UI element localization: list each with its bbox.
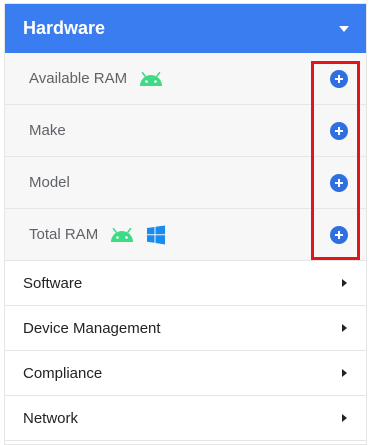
- windows-icon: [147, 225, 166, 244]
- caret-right-icon: [342, 369, 347, 377]
- category-device-management[interactable]: Device Management: [5, 306, 366, 351]
- category-label: Software: [23, 274, 83, 292]
- category-software[interactable]: Software: [5, 261, 366, 306]
- category-label: Device Management: [23, 319, 161, 337]
- subitem-label: Total RAM: [29, 226, 99, 243]
- caret-right-icon: [342, 414, 347, 422]
- hardware-item-total-ram: Total RAM: [5, 209, 366, 261]
- hardware-section-title: Hardware: [23, 18, 106, 38]
- add-model-button[interactable]: [330, 173, 348, 192]
- plus-icon: [335, 126, 343, 135]
- hardware-item-available-ram: Available RAM: [5, 53, 366, 105]
- plus-icon: [335, 74, 343, 83]
- category-network[interactable]: Network: [5, 396, 366, 441]
- add-make-button[interactable]: [330, 121, 348, 140]
- hardware-section-header[interactable]: Hardware: [5, 4, 366, 53]
- add-total-ram-button[interactable]: [330, 225, 348, 244]
- category-compliance[interactable]: Compliance: [5, 351, 366, 396]
- category-label: Compliance: [23, 364, 103, 382]
- caret-down-icon: [339, 25, 349, 32]
- subitem-label: Model: [29, 174, 70, 191]
- caret-right-icon: [342, 324, 347, 332]
- hardware-item-model: Model: [5, 157, 366, 209]
- caret-right-icon: [342, 279, 347, 287]
- subitem-label: Make: [29, 122, 66, 139]
- plus-icon: [335, 178, 343, 187]
- subitem-label: Available RAM: [29, 70, 128, 87]
- plus-icon: [335, 230, 343, 239]
- hardware-item-make: Make: [5, 105, 366, 157]
- add-available-ram-button[interactable]: [330, 69, 348, 88]
- android-icon: [140, 71, 163, 86]
- android-icon: [111, 227, 134, 242]
- category-label: Network: [23, 409, 79, 427]
- filter-panel: Hardware Available RAM Make Model Total …: [4, 3, 367, 445]
